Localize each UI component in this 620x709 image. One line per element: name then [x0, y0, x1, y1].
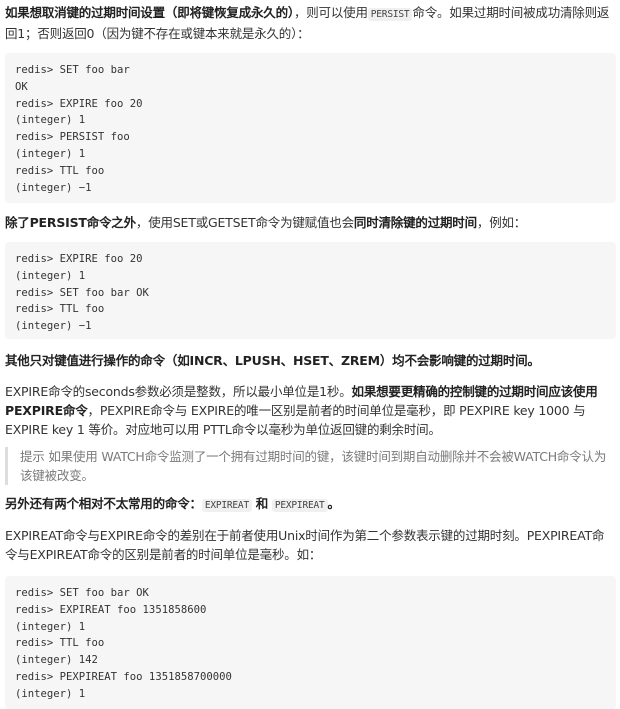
code-line: (integer) 1 — [15, 620, 86, 633]
set-clears-bold-1: 除了PERSIST命令之外 — [5, 215, 136, 230]
code-line: (integer) 1 — [15, 147, 86, 160]
code-line: OK — [15, 80, 28, 93]
expireat-intro-bold: 另外还有两个相对不太常用的命令： — [5, 496, 202, 511]
code-line: redis> SET foo bar OK — [15, 587, 149, 599]
paragraph-expireat-diff: EXPIREAT命令与EXPIRE命令的差别在于前者使用Unix时间作为第二个参… — [5, 526, 616, 564]
expireat-inline-code: EXPIREAT — [201, 499, 252, 512]
code-line: redis> TTL foo — [15, 164, 105, 177]
code-line: redis> EXPIRE foo 20 — [15, 253, 143, 265]
code-line: redis> SET foo bar OK — [15, 286, 149, 299]
code-line: redis> PEXPIREAT foo 1351858700000 — [15, 670, 232, 683]
code-block-expireat: redis> SET foo bar OK redis> EXPIREAT foo… — [5, 576, 616, 709]
persist-text-1: ，则可以使用 — [293, 5, 368, 20]
code-line: (integer) −1 — [15, 181, 92, 194]
paragraph-expireat-intro: 另外还有两个相对不太常用的命令： EXPIREAT 和 PEXPIREAT。 — [5, 494, 616, 515]
document-page: 如果想取消键的过期时间设置（即将键恢复成永久的），则可以使用 PERSIST 命令。… — [0, 3, 620, 709]
code-line: (integer) 142 — [15, 654, 98, 667]
pexpireat-inline-code: PEXPIREAT — [271, 499, 328, 512]
paragraph-set-clears-ttl: 除了PERSIST命令之外，使用SET或GETSET命令为键赋值也会同时清除键的… — [5, 213, 616, 232]
intro-end-punct: 。 — [327, 496, 341, 511]
code-line: redis> EXPIREAT foo 1351858600 — [15, 603, 207, 616]
code-block-set: redis> EXPIRE foo 20 (integer) 1 redis> SE… — [5, 242, 616, 339]
persist-intro-bold: 如果想取消键的过期时间设置（即将键恢复成永久的） — [5, 5, 294, 20]
code-line: (integer) 1 — [15, 114, 86, 127]
set-clears-text-2: ，例如： — [476, 215, 527, 230]
code-line: redis> TTL foo — [15, 637, 105, 650]
and-word: 和 — [255, 496, 269, 511]
tip-blockquote: 提示 如果使用 WATCH命令监测了一个拥有过期时间的键，该键时间到期自动删除并… — [5, 447, 616, 485]
tip-text: 提示 如果使用 WATCH命令监测了一个拥有过期时间的键，该键时间到期自动删除并… — [20, 449, 607, 483]
paragraph-persist: 如果想取消键的过期时间设置（即将键恢复成永久的），则可以使用 PERSIST 命令。… — [5, 3, 616, 43]
code-line: (integer) −1 — [15, 320, 92, 333]
paragraph-pexpire: EXPIRE命令的seconds参数必须是整数，所以最小单位是1秒。如果想要更精… — [5, 382, 616, 439]
pexpire-text-1: EXPIRE命令的seconds参数必须是整数，所以最小单位是1秒。 — [5, 384, 352, 399]
set-clears-bold-2: 同时清除键的过期时间 — [353, 215, 477, 230]
expireat-diff-text: EXPIREAT命令与EXPIRE命令的差别在于前者使用Unix时间作为第二个参… — [5, 528, 605, 562]
code-line: redis> PERSIST foo — [15, 131, 130, 144]
pexpire-text-2: ，PEXPIRE命令与 EXPIRE的唯一区别是前者的时间单位是毫秒，即 PEX… — [5, 403, 586, 437]
code-block-persist: redis> SET foo bar OK redis> EXPIRE foo 20… — [5, 53, 616, 203]
code-line: redis> EXPIRE foo 20 — [15, 97, 143, 110]
paragraph-other-commands: 其他只对键值进行操作的命令（如INCR、LPUSH、HSET、ZREM）均不会影… — [5, 351, 616, 370]
other-commands-bold: 其他只对键值进行操作的命令（如INCR、LPUSH、HSET、ZREM）均不会影… — [5, 353, 540, 368]
code-line: (integer) 1 — [15, 269, 86, 282]
set-clears-text-1: ，使用SET或GETSET命令为键赋值也会 — [135, 215, 354, 230]
persist-inline-code: PERSIST — [367, 8, 413, 21]
code-line: redis> TTL foo — [15, 303, 105, 316]
code-line: redis> SET foo bar — [15, 64, 130, 76]
code-line: (integer) 1 — [15, 687, 86, 700]
